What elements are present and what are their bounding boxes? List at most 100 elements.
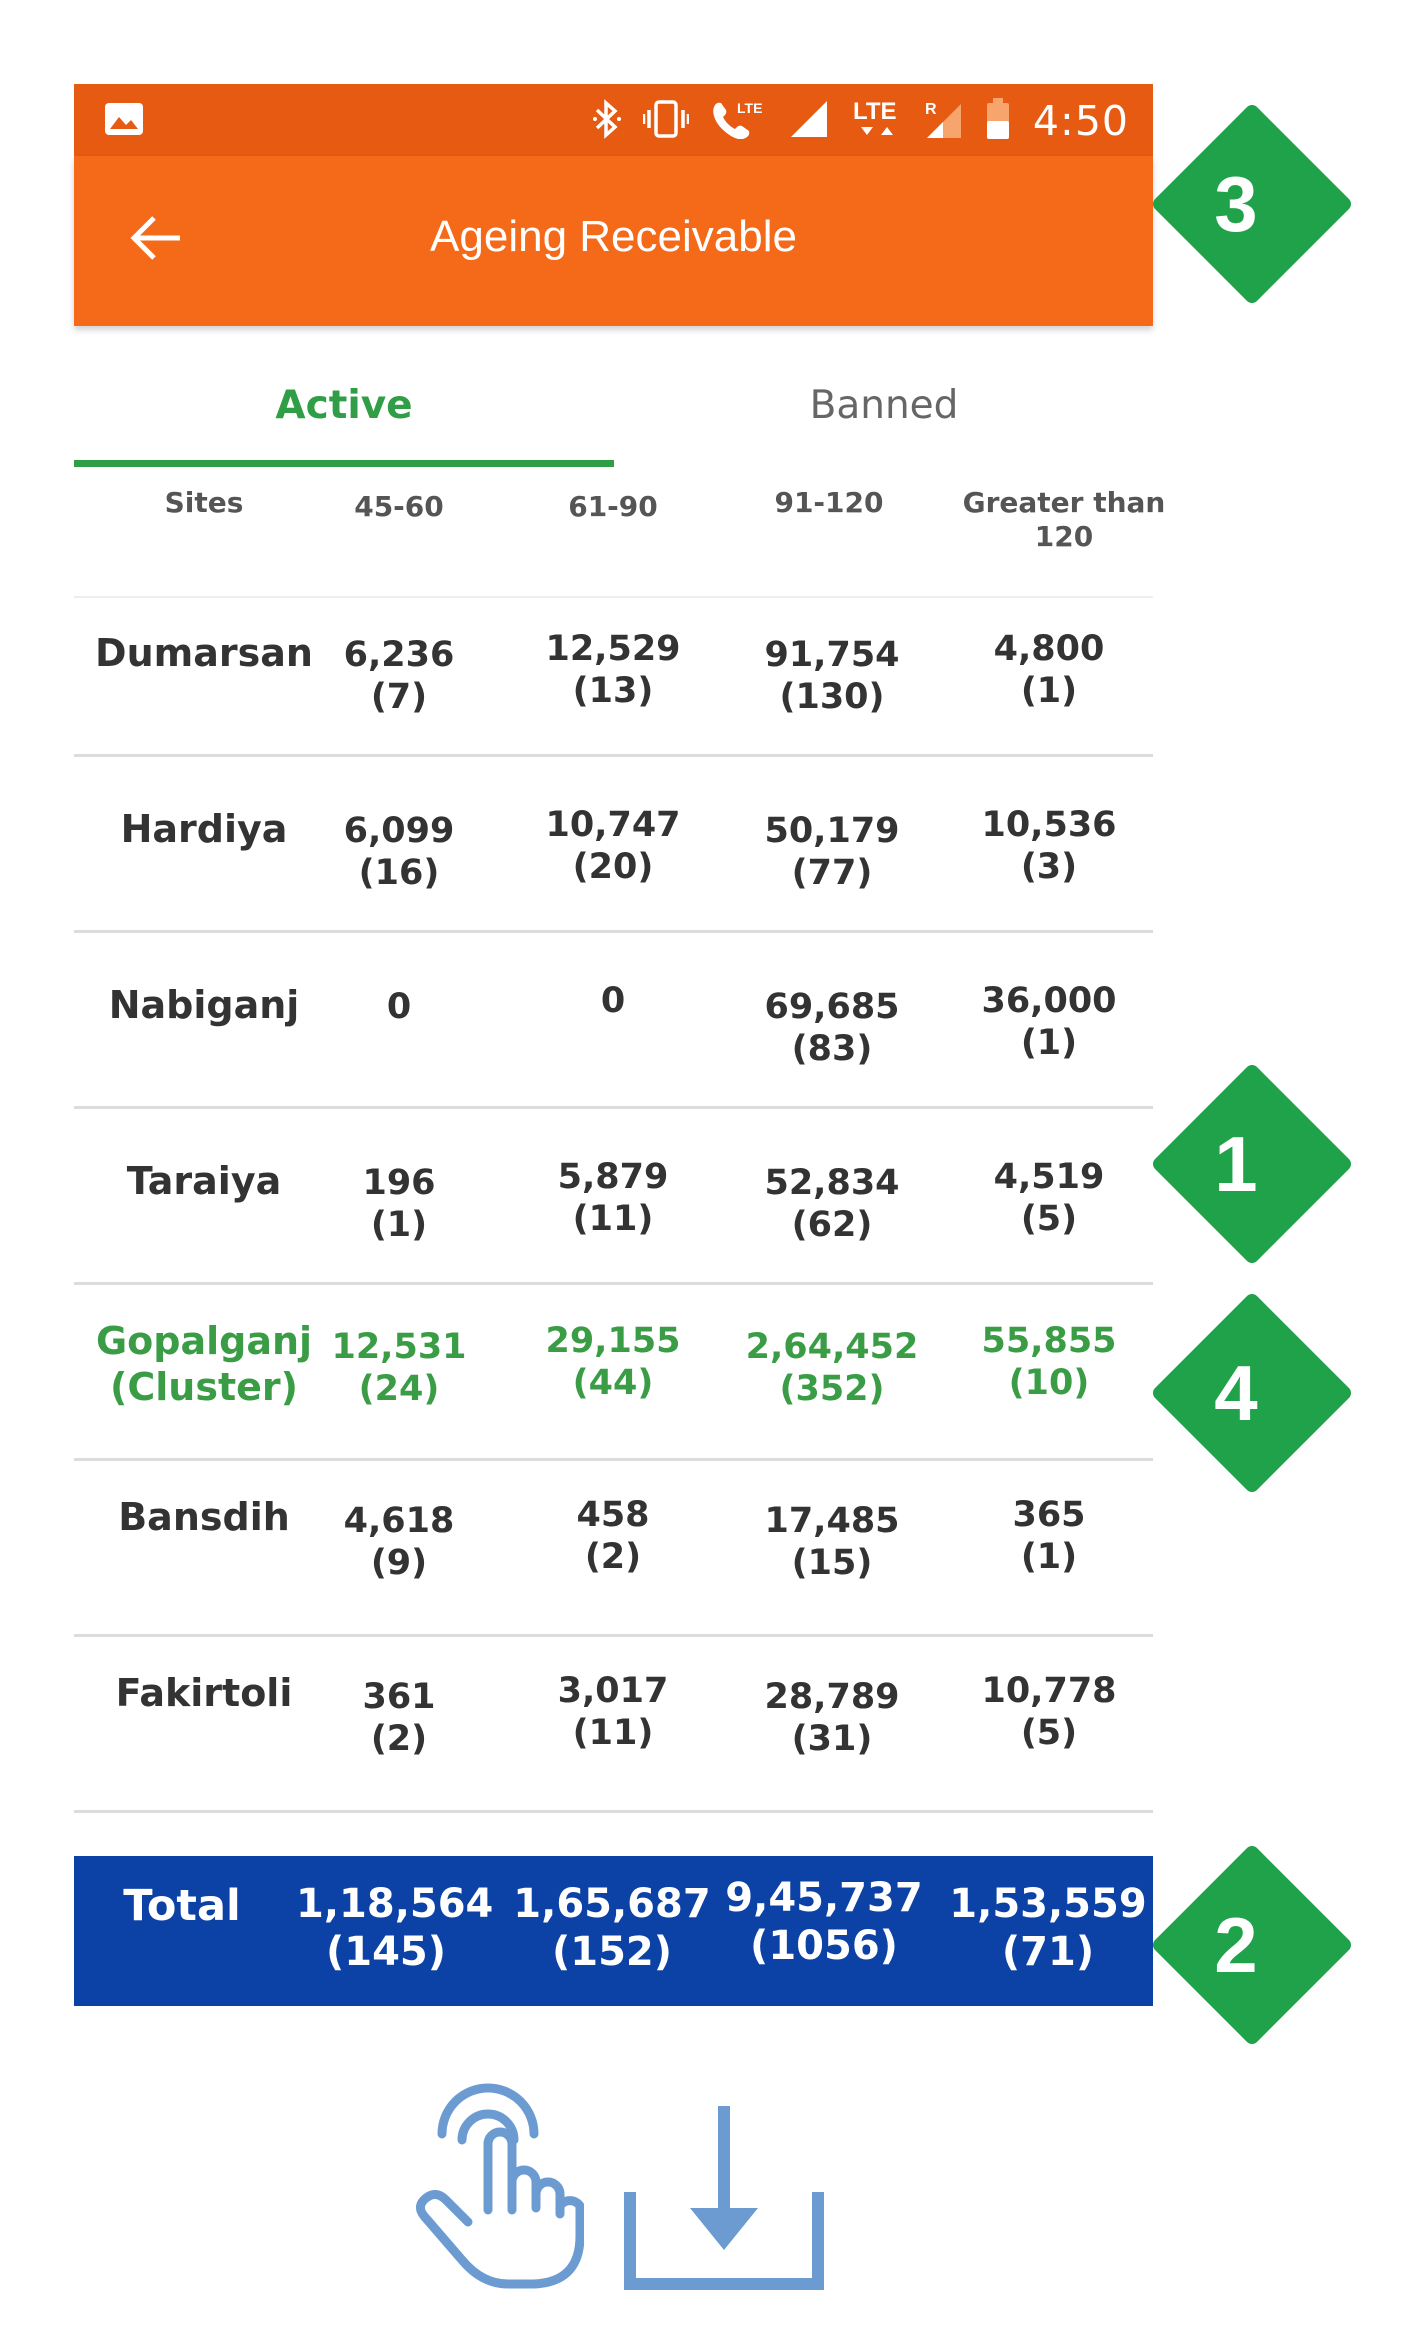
count: (1056) [750,1923,898,1969]
amount: 6,099 [343,811,455,851]
amount: 50,179 [764,811,900,851]
amount: 4,618 [343,1501,455,1541]
divider [74,1458,1153,1461]
count: (9) [370,1543,428,1583]
amount: 365 [1012,1495,1086,1535]
count: (145) [325,1929,447,1975]
amount: 10,536 [981,805,1117,845]
annotation-badge-1: 1 [1152,1064,1352,1268]
count: (1) [1020,1537,1078,1577]
value-45-60: 6,099 (16) [324,810,474,894]
bluetooth-icon [592,99,621,143]
table-row[interactable]: Fakirtoli 361 (2) 3,017 (11) 28,789 (31) 10… [74,1654,1153,1814]
count: (13) [572,671,654,711]
annotation-badge-4: 4 [1152,1293,1352,1497]
count: (10) [1008,1363,1090,1403]
count: (44) [572,1363,654,1403]
value-91-120: 28,789 (31) [742,1676,922,1760]
volte-call-icon: LTE [711,99,767,143]
count: (77) [791,853,873,893]
count: (5) [1020,1713,1078,1753]
badge-number: 3 [1214,160,1257,248]
value-45-60: 12,531 (24) [324,1326,474,1410]
value-greater-than-120: 365 (1) [964,1494,1134,1578]
table-row-cluster[interactable]: Gopalganj (Cluster) 12,531 (24) 29,155 (44)… [74,1302,1153,1462]
site-name: Taraiya [126,1159,282,1203]
download-icon[interactable] [624,2100,824,2294]
value-45-60: 196 (1) [324,1162,474,1246]
column-header-line: 120 [1034,520,1094,553]
amount: 28,789 [764,1677,900,1717]
amount: 1,65,687 [513,1881,711,1927]
value-45-60: 361 (2) [324,1676,474,1760]
value-61-90: 29,155 (44) [538,1320,688,1404]
amount: 91,754 [764,635,900,675]
value-91-120: 17,485 (15) [742,1500,922,1584]
amount: 5,879 [557,1157,669,1197]
table-row[interactable]: Hardiya 6,099 (16) 10,747 (20) 50,179 (77) … [74,774,1153,934]
tab-banned[interactable]: Banned [614,326,1154,466]
value-61-90: 12,529 (13) [538,628,688,712]
column-header-61-90: 61-90 [568,490,658,523]
amount: 36,000 [981,981,1117,1021]
amount: 4,800 [993,629,1105,669]
count: (24) [358,1369,440,1409]
amount: 1,53,559 [949,1881,1147,1927]
amount: 6,236 [343,635,455,675]
page-title: Ageing Receivable [430,212,797,261]
site-name: Fakirtoli [115,1671,293,1715]
status-bar: LTE LTE R 4:50 [74,84,1153,156]
amount: 17,485 [764,1501,900,1541]
count: (3) [1020,847,1078,887]
amount: 9,45,737 [725,1875,923,1921]
badge-number: 2 [1214,1901,1257,1989]
table-row[interactable]: Nabiganj 0 0 69,685 (83) 36,000 (1) [74,950,1153,1110]
amount: 196 [362,1163,436,1203]
total-61-90: 1,65,687 (152) [512,1880,712,1976]
amount: 2,64,452 [745,1327,919,1367]
amount: 458 [576,1495,650,1535]
vibrate-icon [642,99,690,143]
total-greater-than-120: 1,53,559 (71) [948,1880,1148,1976]
column-header-91-120: 91-120 [774,486,884,519]
count: (71) [1001,1929,1095,1975]
value-greater-than-120: 55,855 (10) [964,1320,1134,1404]
count: (1) [1020,1023,1078,1063]
site-name: Gopalganj (Cluster) [74,1318,334,1410]
value-greater-than-120: 36,000 (1) [964,980,1134,1064]
table-row[interactable]: Taraiya 196 (1) 5,879 (11) 52,834 (62) 4,51… [74,1126,1153,1286]
amount: 55,855 [981,1321,1117,1361]
amount: 10,747 [545,805,681,845]
column-header-sites: Sites [164,486,244,519]
site-name: Hardiya [120,807,288,851]
amount: 52,834 [764,1163,900,1203]
divider [74,1810,1153,1813]
amount: 361 [362,1677,436,1717]
total-91-120: 9,45,737 (1056) [724,1874,924,1970]
volte-label: LTE [737,100,762,116]
badge-number: 4 [1214,1349,1257,1437]
amount: 10,778 [981,1671,1117,1711]
tab-active[interactable]: Active [74,326,614,466]
count: (5) [1020,1199,1078,1239]
site-name-line: (Cluster) [110,1365,298,1409]
value-45-60: 6,236 (7) [324,634,474,718]
amount: 3,017 [557,1671,669,1711]
site-name: Dumarsan [95,631,313,675]
count: (20) [572,847,654,887]
value-greater-than-120: 10,536 (3) [964,804,1134,888]
amount: 0 [386,987,412,1027]
divider [74,754,1153,757]
count: (152) [551,1929,673,1975]
value-61-90: 3,017 (11) [538,1670,688,1754]
tab-bar: Active Banned [74,326,1153,466]
signal-icon [789,99,829,143]
table-row[interactable]: Bansdih 4,618 (9) 458 (2) 17,485 (15) 365 (1… [74,1478,1153,1638]
value-61-90: 458 (2) [538,1494,688,1578]
column-header-line: Greater than [962,486,1166,519]
divider [74,1634,1153,1637]
table-row[interactable]: Dumarsan 6,236 (7) 12,529 (13) 91,754 (130)… [74,598,1153,758]
roaming-signal-icon: R [923,98,963,144]
value-greater-than-120: 4,519 (5) [964,1156,1134,1240]
roaming-label: R [925,101,937,118]
